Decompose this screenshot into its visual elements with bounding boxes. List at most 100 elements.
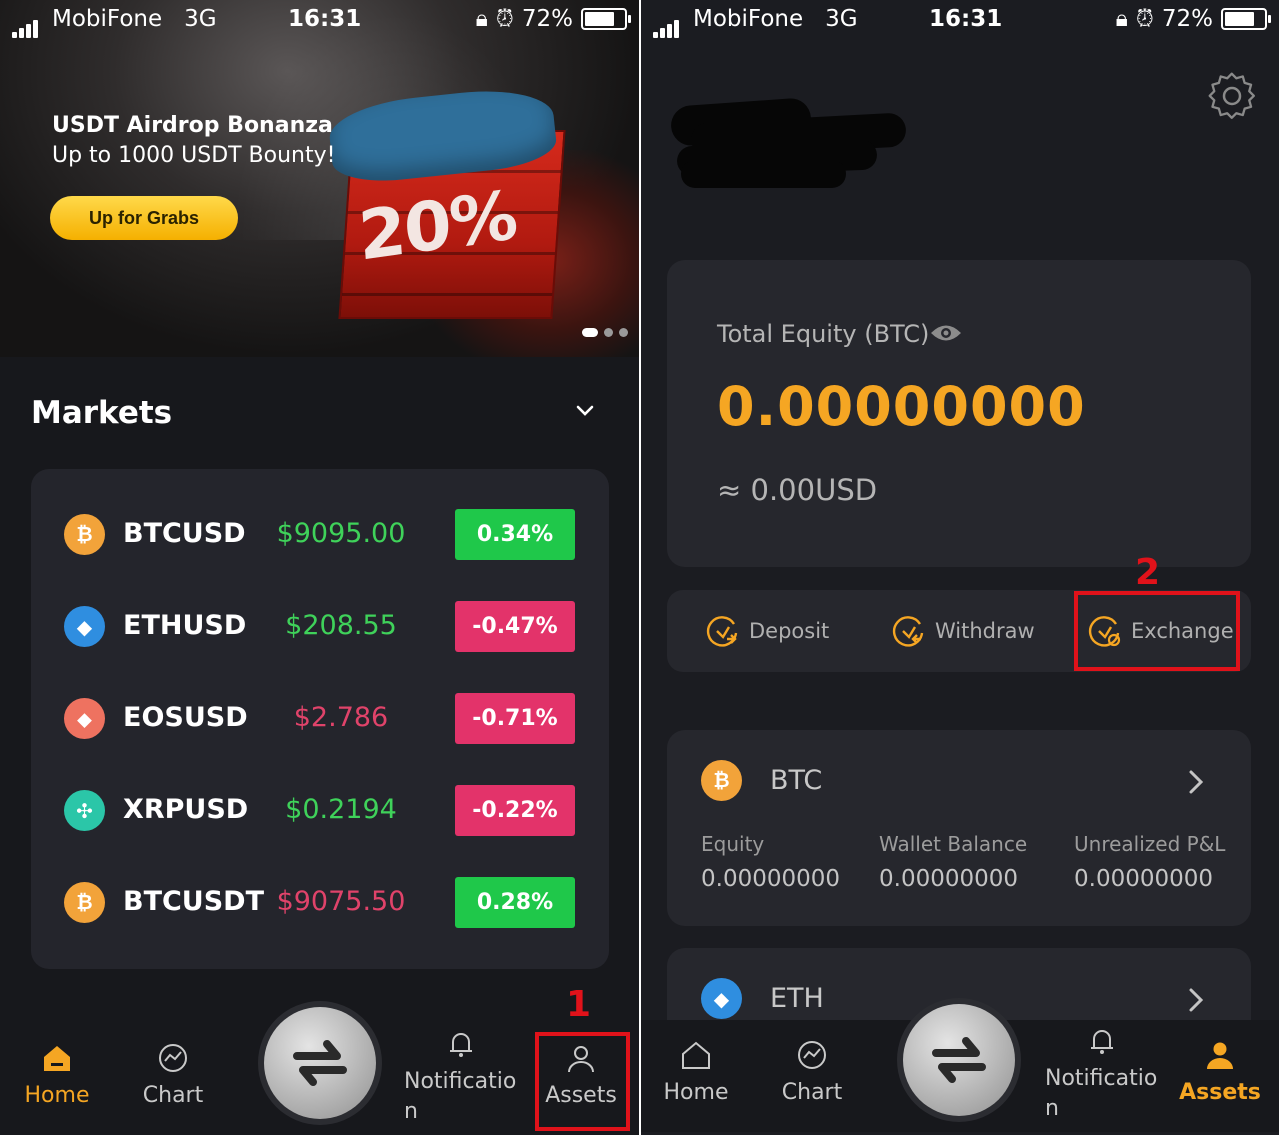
redacted-username <box>669 97 911 193</box>
gear-icon[interactable] <box>1206 70 1258 122</box>
nav-chart[interactable]: Chart <box>757 1020 867 1108</box>
market-row-ethusd[interactable]: ◆ ETHUSD $208.55 -0.47% <box>31 597 609 657</box>
rotation-lock-icon: 🔒︎ <box>475 6 488 32</box>
carrier-label: MobiFone 3G <box>693 6 858 32</box>
asset-name: ETH <box>770 983 824 1014</box>
battery-percent: 72% <box>1161 6 1213 32</box>
market-price: $9075.50 <box>276 886 406 917</box>
clock: 16:31 <box>288 6 362 32</box>
xrp-icon: ✣ <box>64 790 105 831</box>
wallet-balance-label: Wallet Balance <box>879 832 1028 856</box>
alarm-icon: ⏰︎ <box>495 6 514 32</box>
promo-banner[interactable]: 20% USDT Airdrop Bonanza Up to 1000 USDT… <box>0 0 639 357</box>
exchange-highlight-box <box>1074 591 1240 671</box>
swap-button[interactable] <box>903 1004 1015 1116</box>
market-symbol: EOSUSD <box>123 702 248 733</box>
home-icon <box>44 1046 70 1071</box>
total-equity-label: Total Equity (BTC) <box>717 320 930 348</box>
pagination-dot[interactable] <box>604 328 613 337</box>
deposit-label: Deposit <box>749 619 830 643</box>
total-equity-value: 0.00000000 <box>717 375 1086 438</box>
markets-list: ₿ BTCUSD $9095.00 0.34% ◆ ETHUSD $208.55… <box>31 469 609 969</box>
nav-chart-label: Chart <box>142 1083 204 1108</box>
nav-home[interactable]: Home <box>2 1023 112 1111</box>
market-row-eosusd[interactable]: ⬥ EOSUSD $2.786 -0.71% <box>31 689 609 749</box>
wallet-balance-value: 0.00000000 <box>879 866 1019 892</box>
assets-highlight-box <box>535 1032 630 1131</box>
equity-value: 0.00000000 <box>701 866 841 892</box>
ethereum-icon: ◆ <box>701 978 742 1019</box>
unrealized-pnl-value: 0.00000000 <box>1074 866 1214 892</box>
banner-pagination-dots[interactable] <box>582 328 628 337</box>
chevron-down-icon[interactable] <box>574 400 596 422</box>
signal-icon <box>12 12 40 38</box>
market-row-btcusdt[interactable]: ₿ BTCUSDT $9075.50 0.28% <box>31 873 609 933</box>
rotation-lock-icon: 🔒︎ <box>1115 6 1128 32</box>
withdraw-label: Withdraw <box>935 619 1035 643</box>
battery-percent: 72% <box>521 6 573 32</box>
bitcoin-icon: ₿ <box>64 882 105 923</box>
total-equity-usd: ≈ 0.00USD <box>717 473 878 507</box>
deposit-icon <box>706 616 738 647</box>
step-number-2: 2 <box>1135 552 1161 593</box>
pagination-dot-active[interactable] <box>582 328 598 337</box>
nav-home-label: Home <box>24 1083 90 1108</box>
carrier-label: MobiFone 3G <box>52 6 217 32</box>
market-change-badge: 0.28% <box>455 877 575 928</box>
left-phone-screen: 20% USDT Airdrop Bonanza Up to 1000 USDT… <box>0 0 639 1135</box>
chart-icon <box>159 1044 187 1072</box>
step-number-1: 1 <box>566 984 592 1025</box>
status-bar: MobiFone 3G 16:31 🔒︎ ⏰︎ 72% <box>641 0 1279 40</box>
nav-chart-label: Chart <box>781 1080 843 1105</box>
chart-icon <box>798 1041 826 1069</box>
alarm-icon: ⏰︎ <box>1135 6 1154 32</box>
ethereum-icon: ◆ <box>64 606 105 647</box>
market-price: $2.786 <box>293 702 389 733</box>
market-row-xrpusd[interactable]: ✣ XRPUSD $0.2194 -0.22% <box>31 781 609 841</box>
total-equity-card: Total Equity (BTC) 0.00000000 ≈ 0.00USD <box>667 260 1251 567</box>
banner-title: USDT Airdrop Bonanza <box>52 113 333 138</box>
home-icon <box>682 1041 710 1069</box>
status-bar: MobiFone 3G 16:31 🔒︎ ⏰︎ 72% <box>0 0 639 40</box>
unrealized-pnl-label: Unrealized P&L <box>1074 832 1226 856</box>
bitcoin-icon: ₿ <box>64 514 105 555</box>
bottom-navigation: Home Chart Notificatio n Assets <box>641 1004 1279 1132</box>
chevron-right-icon[interactable] <box>1187 768 1205 796</box>
right-phone-screen: MobiFone 3G 16:31 🔒︎ ⏰︎ 72% Total Equity… <box>641 0 1279 1135</box>
battery-icon <box>581 8 631 30</box>
eye-icon[interactable] <box>929 320 963 346</box>
battery-icon <box>1221 8 1271 30</box>
nav-chart[interactable]: Chart <box>118 1023 228 1111</box>
nav-assets[interactable]: Assets <box>1165 1020 1275 1108</box>
asset-name: BTC <box>770 765 823 796</box>
pagination-dot[interactable] <box>619 328 628 337</box>
nav-home[interactable]: Home <box>641 1020 751 1108</box>
btc-asset-card[interactable]: ₿ BTC Equity 0.00000000 Wallet Balance 0… <box>667 730 1251 926</box>
market-symbol: BTCUSD <box>123 518 246 549</box>
up-for-grabs-button[interactable]: Up for Grabs <box>50 196 238 240</box>
market-price: $208.55 <box>285 610 397 641</box>
market-change-badge: -0.47% <box>455 601 575 652</box>
deposit-button[interactable]: Deposit <box>705 610 829 652</box>
market-symbol: XRPUSD <box>123 794 249 825</box>
nav-home-label: Home <box>663 1080 729 1105</box>
withdraw-button[interactable]: Withdraw <box>891 610 1035 652</box>
nav-notification[interactable]: Notificatio n <box>404 1009 522 1127</box>
market-change-badge: 0.34% <box>455 509 575 560</box>
swap-button[interactable] <box>264 1007 376 1119</box>
bell-icon <box>450 1033 472 1057</box>
nav-notification[interactable]: Notificatio n <box>1045 1006 1163 1124</box>
bitcoin-icon: ₿ <box>701 760 742 801</box>
swap-arrows-icon <box>293 1040 347 1086</box>
equity-label: Equity <box>701 832 765 856</box>
unrealized-pnl-column: Unrealized P&L 0.00000000 <box>1074 832 1225 892</box>
bell-icon <box>1091 1030 1113 1054</box>
market-change-badge: -0.71% <box>455 693 575 744</box>
signal-icon <box>653 12 681 38</box>
user-icon <box>1207 1042 1233 1069</box>
market-price: $9095.00 <box>276 518 406 549</box>
market-row-btcusd[interactable]: ₿ BTCUSD $9095.00 0.34% <box>31 505 609 565</box>
nav-assets-label: Assets <box>1179 1080 1261 1105</box>
chevron-right-icon[interactable] <box>1187 986 1205 1014</box>
clock: 16:31 <box>929 6 1003 32</box>
